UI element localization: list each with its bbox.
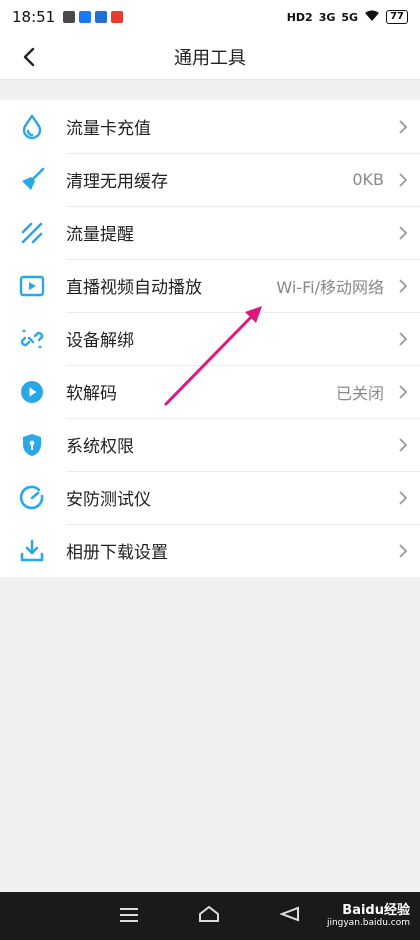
chevron-right-icon (399, 278, 408, 293)
chevron-left-icon (23, 47, 35, 67)
list-item-label: 相册下载设置 (66, 543, 168, 563)
app-notification-icon (95, 11, 108, 23)
battery-indicator: 77 (386, 10, 408, 24)
menu-icon[interactable] (120, 907, 138, 926)
list-item-permissions[interactable]: 系统权限 (0, 418, 420, 471)
play-circle-icon (18, 378, 46, 406)
autoplay-network-value: Wi-Fi/移动网络 (276, 277, 384, 297)
cache-size-value: 0KB (352, 170, 384, 189)
nav-bar: 通用工具 (0, 34, 420, 80)
list-item-label: 直播视频自动播放 (66, 278, 202, 298)
chevron-right-icon (399, 490, 408, 505)
list-item-autoplay[interactable]: 直播视频自动播放 Wi-Fi/移动网络 (0, 259, 420, 312)
gallery-notification-icon (63, 11, 76, 23)
back-button[interactable] (14, 42, 44, 72)
home-icon[interactable] (198, 905, 220, 927)
hd-indicator: HD2 (286, 10, 313, 24)
list-item-data-recharge[interactable]: 流量卡充值 (0, 100, 420, 153)
water-drop-icon (18, 113, 46, 141)
list-item-label: 清理无用缓存 (66, 172, 168, 192)
list-item-clear-cache[interactable]: 清理无用缓存 0KB (0, 153, 420, 206)
signal-3g-indicator: 3G (318, 10, 336, 24)
list-item-label: 软解码 (66, 384, 117, 404)
status-bar: 18:51 HD2 3G 5G 77 (0, 0, 420, 34)
list-item-security-tester[interactable]: 安防测试仪 (0, 471, 420, 524)
list-item-label: 设备解绑 (66, 331, 134, 351)
status-right: HD2 3G 5G 77 (287, 10, 408, 25)
gauge-icon (18, 484, 46, 512)
chevron-right-icon (399, 119, 408, 134)
list-item-label: 流量提醒 (66, 225, 134, 245)
chevron-right-icon (399, 437, 408, 452)
list-item-label: 流量卡充值 (66, 119, 151, 139)
chevron-right-icon (399, 543, 408, 558)
list-item-unbind-device[interactable]: 设备解绑 (0, 312, 420, 365)
back-icon[interactable] (279, 906, 300, 926)
video-play-icon (18, 272, 46, 300)
chevron-right-icon (399, 384, 408, 399)
alipay-notification-icon (79, 11, 92, 23)
watermark-url: jingyan.baidu.com (326, 918, 410, 928)
download-icon (18, 537, 46, 565)
baidu-watermark: Baidu经验 jingyan.baidu.com (327, 904, 410, 930)
wifi-icon (364, 10, 380, 25)
page-title: 通用工具 (174, 47, 246, 69)
list-item-soft-decode[interactable]: 软解码 已关闭 (0, 365, 420, 418)
chevron-right-icon (399, 172, 408, 187)
news-notification-icon (111, 11, 124, 23)
settings-list: 流量卡充值 清理无用缓存 0KB 流量提醒 直播视频自动播放 Wi-Fi/移动网… (0, 100, 420, 577)
shield-lock-icon (18, 431, 46, 459)
chevron-right-icon (399, 225, 408, 240)
list-item-label: 安防测试仪 (66, 490, 151, 510)
signal-5g-indicator: 5G (341, 10, 359, 24)
unlink-icon (18, 325, 46, 353)
traffic-alert-icon (18, 219, 46, 247)
list-item-album-download[interactable]: 相册下载设置 (0, 524, 420, 577)
broom-icon (18, 166, 46, 194)
list-item-data-alert[interactable]: 流量提醒 (0, 206, 420, 259)
list-item-label: 系统权限 (66, 437, 134, 457)
chevron-right-icon (399, 331, 408, 346)
soft-decode-status: 已关闭 (335, 383, 384, 403)
status-time: 18:51 (12, 8, 56, 26)
watermark-brand: Baidu经验 (342, 903, 410, 918)
